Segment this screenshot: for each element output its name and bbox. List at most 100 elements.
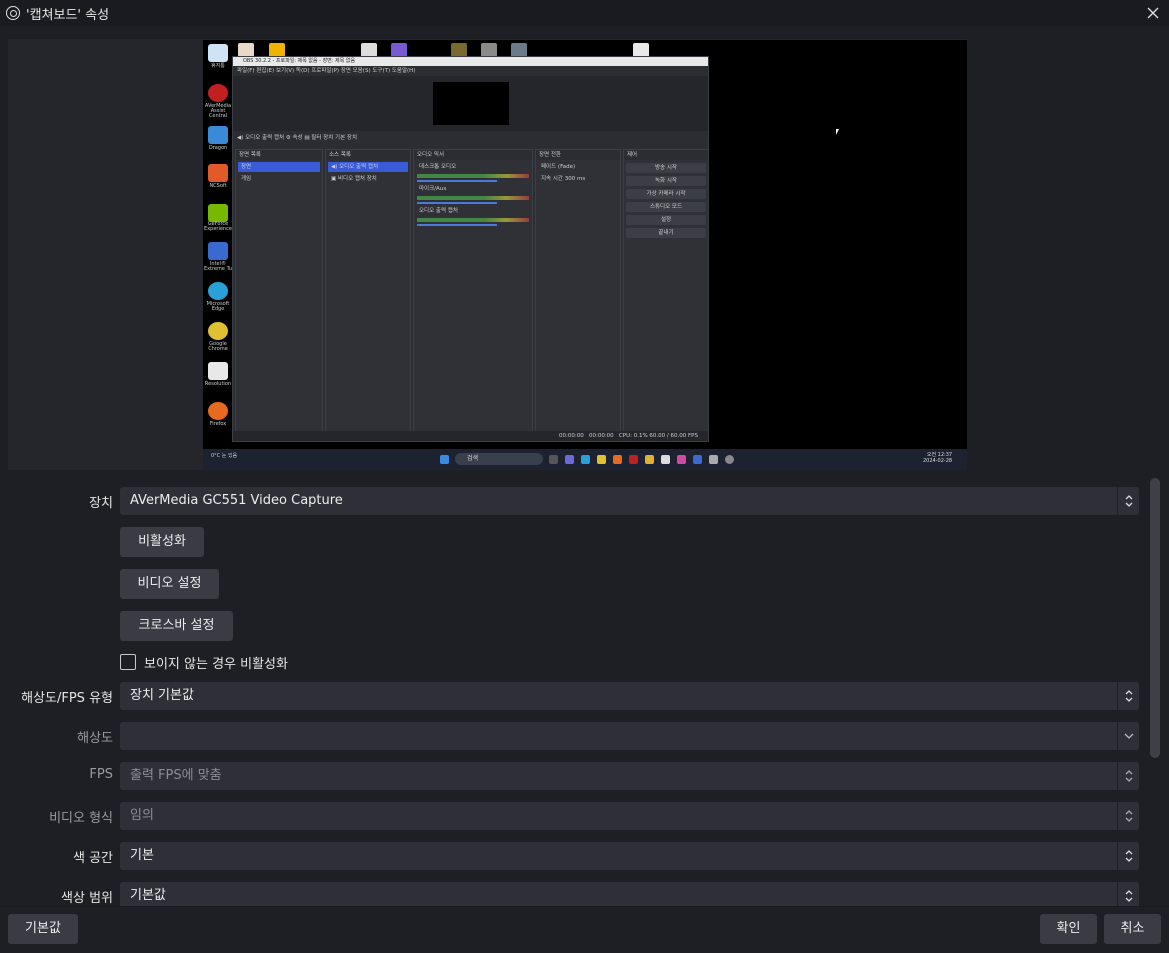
device-value: AVerMedia GC551 Video Capture [130, 493, 343, 508]
desktop-icon-label: Firefox [209, 421, 227, 427]
desktop-icon-label: AVerMedia Assist Central [204, 103, 232, 119]
captured-source-bar: ◀) 오디오 출력 캡처 ⚙ 속성 ▤ 필터 장치 기본 장치 [233, 132, 708, 144]
desktop-file-icon [633, 43, 649, 57]
resolution-row: 해상도 [0, 722, 1169, 750]
recycle-bin-icon [208, 44, 228, 62]
volume-slider [417, 224, 497, 226]
captured-obs-window: OBS 30.2.2 - 프로파일: 제목 없음 - 장면: 제목 없음 파일(… [232, 56, 709, 442]
close-icon[interactable] [1143, 3, 1163, 23]
deactivate-when-hidden-row: 보이지 않는 경우 비활성화 [120, 652, 288, 672]
obs-logo-icon [6, 6, 20, 20]
color-space-value: 기본 [130, 848, 154, 863]
captured-obs-title: OBS 30.2.2 - 프로파일: 제목 없음 - 장면: 제목 없음 [233, 57, 708, 66]
color-space-select[interactable]: 기본 [120, 842, 1139, 870]
duration-value: 300 ms [564, 176, 586, 182]
taskbar-search: 검색 [455, 453, 543, 465]
res-fps-type-value: 장치 기본값 [130, 688, 194, 703]
windows-start-icon [440, 455, 449, 464]
color-space-label: 색 공간 [72, 851, 113, 866]
clock-date: 2024-02-28 [923, 458, 953, 464]
sources-dock: 소스 목록 ◀) 오디오 출력 캡처 ▣ 비디오 캡처 장치 [325, 149, 411, 434]
window-title: '캡쳐보드' 속성 [26, 7, 110, 23]
desktop-app-icon [269, 43, 285, 57]
dock-title: 소스 목록 [326, 150, 410, 160]
color-range-select[interactable]: 기본값 [120, 882, 1139, 906]
updown-icon [1117, 842, 1139, 870]
crossbar-settings-button[interactable]: 크로스바 설정 [120, 611, 233, 641]
taskbar-app-icon [709, 455, 718, 464]
firefox-icon [208, 402, 228, 420]
desktop-app-icon [481, 43, 497, 57]
color-range-row: 색상 범위 기본값 [0, 882, 1169, 906]
taskbar-app-icon [565, 455, 574, 464]
taskbar-app-icon [613, 455, 622, 464]
taskbar-app-icon [597, 455, 606, 464]
updown-icon [1117, 802, 1139, 830]
color-space-row: 색 공간 기본 [0, 842, 1169, 870]
video-format-select[interactable]: 임의 [120, 802, 1139, 830]
updown-icon [1117, 762, 1139, 790]
ok-button[interactable]: 확인 [1040, 914, 1097, 944]
color-range-value: 기본값 [130, 888, 166, 903]
desktop-icon-label: GeForce Experience [204, 221, 232, 232]
taskbar-app-icon [581, 455, 590, 464]
dock-title: 장면 목록 [236, 150, 322, 160]
form-scrollbar[interactable] [1150, 478, 1160, 758]
control-button: 녹화 시작 [626, 176, 706, 186]
deactivate-button[interactable]: 비활성화 [120, 527, 204, 557]
desktop-icon-label: Google Chrome [208, 341, 228, 352]
color-range-clip: 색상 범위 기본값 [0, 878, 1169, 906]
cancel-button[interactable]: 취소 [1104, 914, 1161, 944]
device-select[interactable]: AVerMedia GC551 Video Capture [120, 487, 1139, 515]
device-row: 장치 AVerMedia GC551 Video Capture [0, 487, 1169, 515]
desktop-icon-label: NCSoft [209, 183, 227, 189]
fps-row: FPS 출력 FPS에 맞춤 [0, 762, 1169, 790]
mixer-item: 오디오 출력 캡처 [419, 208, 458, 214]
taskbar-app-icon [549, 455, 558, 464]
desktop-icon-label: Dragon [208, 145, 228, 151]
video-settings-button[interactable]: 비디오 설정 [120, 569, 219, 599]
desktop-app-icon [451, 43, 467, 57]
res-fps-type-row: 해상도/FPS 유형 장치 기본값 [0, 682, 1169, 710]
fps-label: FPS [89, 767, 113, 782]
volume-meter [417, 174, 529, 178]
fps-select[interactable]: 출력 FPS에 맞춤 [120, 762, 1139, 790]
mouse-cursor-icon [836, 129, 839, 135]
dock-title: 제어 [624, 150, 708, 160]
captured-taskbar: 0°C 눈 있음 검색 오전 12:37 2024-02-28 [203, 449, 967, 470]
transition-value: 페이드 (Fade) [541, 164, 576, 170]
ncsoft-icon [208, 164, 228, 182]
resolution-combobox[interactable] [120, 722, 1139, 750]
scene-item: 장면 [238, 162, 320, 172]
defaults-button[interactable]: 기본값 [8, 914, 78, 944]
taskbar-app-icon [629, 455, 638, 464]
volume-slider [417, 180, 497, 182]
mixer-item: 마이크/Aux [419, 186, 447, 192]
avermedia-icon [208, 84, 228, 102]
control-button: 가상 카메라 시작 [626, 189, 706, 199]
dragon-icon [208, 126, 228, 144]
title-bar: '캡쳐보드' 속성 [0, 0, 1169, 26]
chevron-down-icon[interactable] [1117, 722, 1139, 750]
mixer-dock: 오디오 믹서 데스크톱 오디오 마이크/Aux 오디오 출력 캡처 [413, 149, 533, 434]
captured-video [433, 82, 509, 125]
resolution-label: 해상도 [77, 731, 113, 746]
desktop-icon-label: Resolution [204, 381, 232, 387]
desktop-icon-label: Intel® Extreme Tu [203, 261, 233, 272]
deactivate-when-hidden-checkbox[interactable] [120, 654, 136, 670]
taskbar-clock: 오전 12:37 2024-02-28 [923, 452, 952, 464]
dock-title: 장면 전환 [536, 150, 620, 160]
capture-preview: 휴지통 AVerMedia Assist Central Dragon NCSo… [203, 40, 967, 470]
source-item: ◀) 오디오 출력 캡처 [328, 162, 408, 172]
desktop-app-icon [238, 43, 254, 57]
taskbar-app-icon [661, 455, 670, 464]
desktop-app-icon [361, 43, 377, 57]
res-fps-type-label: 해상도/FPS 유형 [21, 691, 113, 706]
res-fps-type-select[interactable]: 장치 기본값 [120, 682, 1139, 710]
volume-meter [417, 196, 529, 200]
intel-icon [208, 242, 228, 260]
mixer-item: 데스크톱 오디오 [419, 164, 457, 170]
device-label: 장치 [89, 496, 113, 511]
updown-icon [1117, 882, 1139, 906]
volume-slider [417, 202, 497, 204]
